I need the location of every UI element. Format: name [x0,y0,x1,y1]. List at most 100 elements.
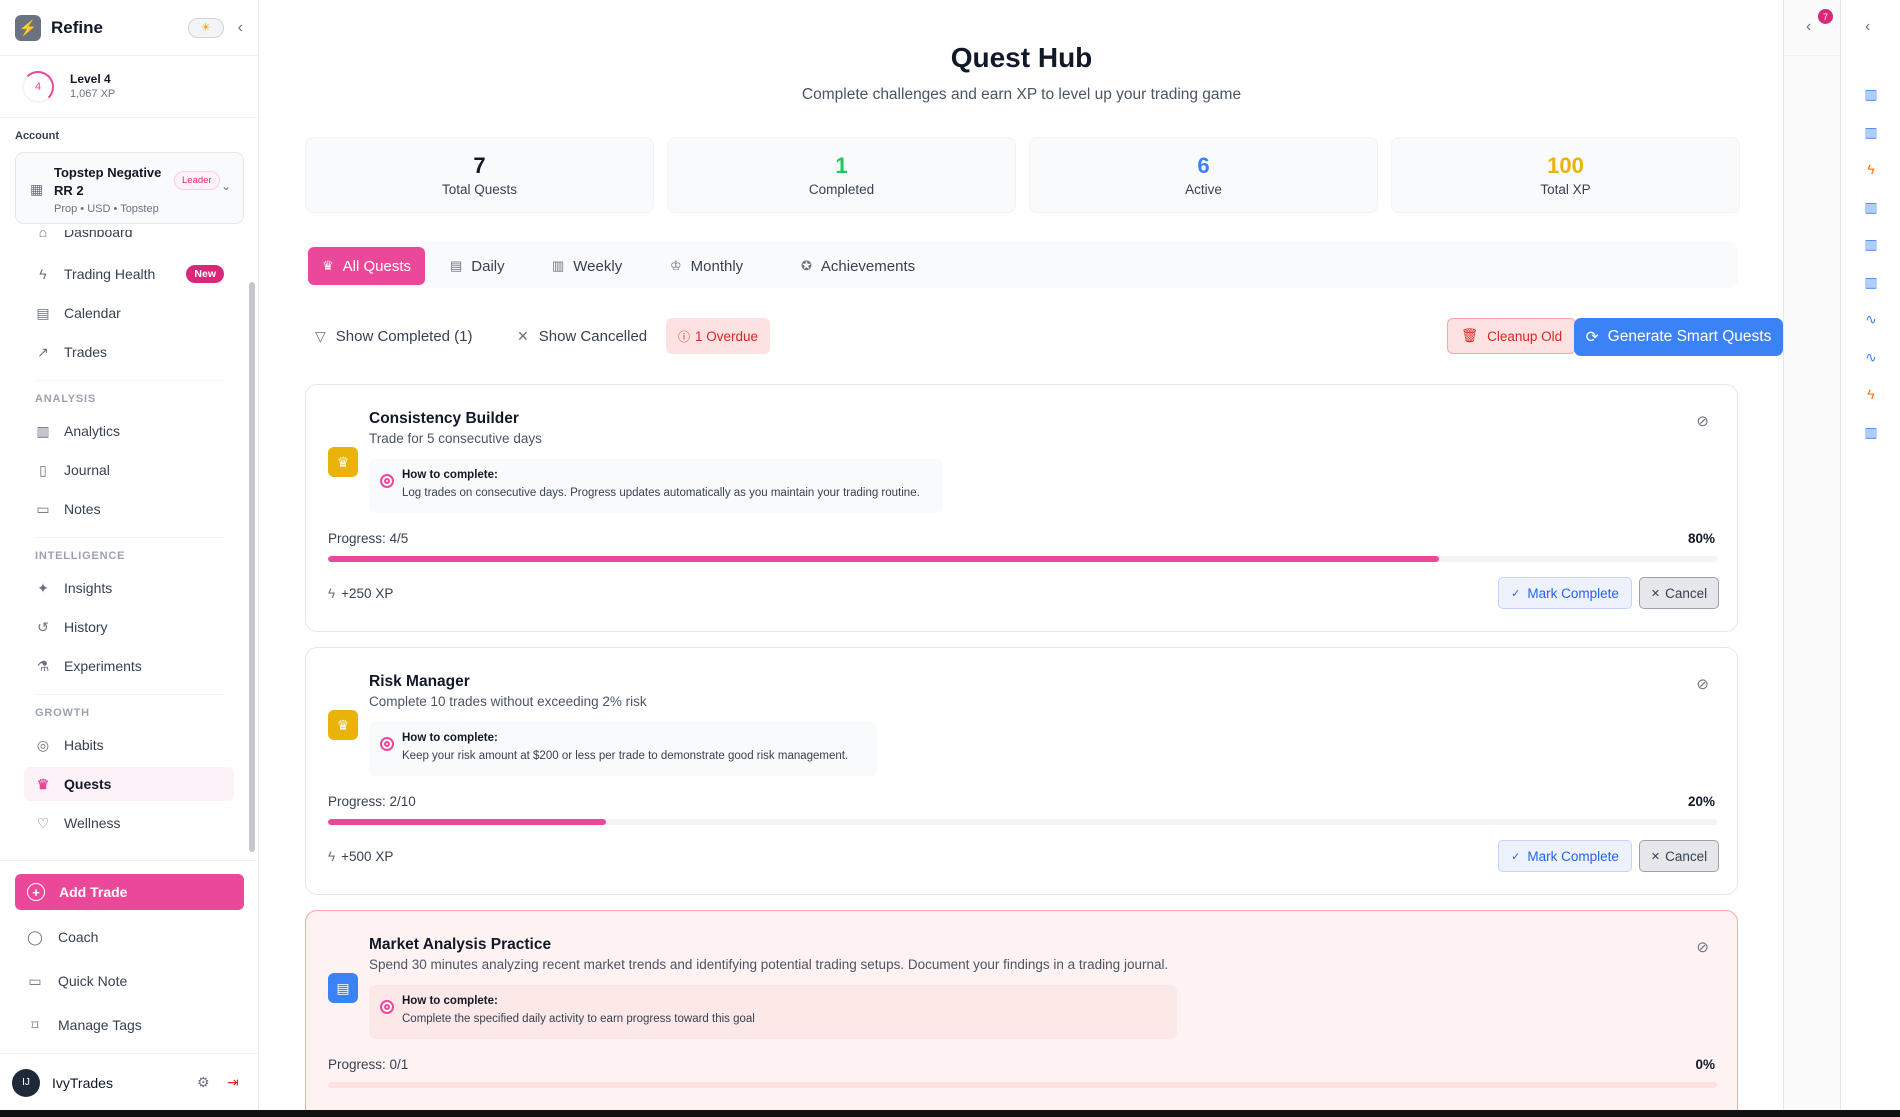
collapse-sidebar-icon[interactable]: ‹ [238,19,243,37]
level-ring: 4 [22,70,54,103]
bar-chart-icon[interactable]: ▥ [1863,199,1879,216]
sidebar-item-journal[interactable]: ▯ Journal [24,453,234,487]
sidebar-item-quests[interactable]: ♛ Quests [24,767,234,801]
sidebar-item-history[interactable]: ↺ History [24,610,234,644]
account-selector[interactable]: ▦ Topstep Negative RR 2 Leader Prop • US… [15,152,244,224]
calendar-icon: ▤ [328,973,358,1003]
sidebar-item-analytics[interactable]: ▥ Analytics [24,414,234,448]
coach-button[interactable]: ◯ Coach [15,920,244,954]
progress-percent: 0% [1695,1057,1715,1072]
trophy-icon: ♛ [328,447,358,477]
avatar[interactable]: IJ [12,1068,40,1097]
nav-divider [35,537,225,538]
add-trade-button[interactable]: + Add Trade [15,874,244,910]
sun-icon: ☀ [200,22,211,34]
overdue-badge[interactable]: ⓘ 1 Overdue [666,318,771,354]
gear-icon[interactable]: ⚙ [197,1074,210,1091]
manage-tags-button[interactable]: ⌑ Manage Tags [15,1008,244,1042]
level-label: Level 4 [70,71,111,86]
message-icon: ◯ [27,928,43,945]
sidebar-item-experiments[interactable]: ⚗ Experiments [24,649,234,683]
refresh-icon: ⟳ [1585,328,1599,346]
trending-up-icon: ↗ [37,343,49,360]
close-icon: ✕ [1650,850,1661,863]
stat-label: Active [1185,182,1222,197]
sidebar-nav: ⌂ Dashboard ϟ Trading Health New ▤ Calendar… [0,230,259,856]
progress-label: Progress: 0/1 [328,1057,409,1072]
trophy-icon: ♛ [36,775,50,792]
widgets-rail: ‹ ▥ ▥ ϟ ▥ ▥ ▥ ∿ ∿ ϟ ▥ [1840,0,1900,1110]
mark-complete-button[interactable]: ✓ Mark Complete [1498,577,1632,609]
sidebar-item-calendar[interactable]: ▤ Calendar [24,296,234,330]
show-cancelled-button[interactable]: ✕ Show Cancelled [517,318,647,354]
crown-icon: ♔ [670,258,682,273]
target-icon: ◎ [36,736,50,753]
close-icon: ✕ [1650,587,1661,600]
tab-weekly[interactable]: ▥ Weekly [538,247,636,285]
cleanup-old-button[interactable]: 🗑 Cleanup Old [1447,318,1577,354]
progress-fill [328,556,1440,562]
sidebar-item-notes[interactable]: ▭ Notes [24,492,234,526]
sidebar-bottom: + Add Trade ◯ Coach ▭ Quick Note ⌑ Manage T… [0,860,259,1110]
zap-icon[interactable]: ϟ [1863,161,1879,177]
book-icon: ▯ [39,461,47,478]
sidebar-item-habits[interactable]: ◎ Habits [24,728,234,762]
bar-chart-icon[interactable]: ▥ [1863,424,1879,441]
tab-monthly[interactable]: ♔ Monthly [656,247,757,285]
stat-label: Total Quests [441,182,518,197]
activity-icon[interactable]: ∿ [1863,311,1879,328]
quest-card: ♛ Risk Manager Complete 10 trades withou… [305,647,1738,895]
page-subtitle: Complete challenges and earn XP to level… [801,86,1242,103]
activity-icon[interactable]: ∿ [1863,349,1879,366]
theme-toggle[interactable]: ☀ [187,17,224,38]
progress-percent: 20% [1687,794,1715,809]
history-icon: ↺ [37,618,49,635]
quest-title: Consistency Builder [369,410,519,427]
sidebar-item-dashboard[interactable]: ⌂ Dashboard [24,230,234,249]
logout-icon[interactable]: ⇥ [227,1074,239,1091]
trophy-icon: ♛ [322,258,334,273]
zap-icon[interactable]: ϟ [1863,386,1879,402]
bar-chart-icon: ▥ [552,258,565,273]
close-icon: ✕ [517,327,529,344]
user-profile: IJ IvyTrades ⚙ ⇥ [0,1053,259,1110]
pin-off-icon[interactable]: ⊘ [1696,412,1709,430]
mark-complete-button[interactable]: ✓ Mark Complete [1498,840,1632,872]
sidebar-item-trading-health[interactable]: ϟ Trading Health New [24,257,234,291]
sidebar-item-insights[interactable]: ✦ Insights [24,571,234,605]
check-circle-icon: ✓ [1511,587,1521,600]
quick-note-button[interactable]: ▭ Quick Note [15,964,244,998]
chevron-left-icon[interactable]: ‹ [1865,18,1870,36]
bar-chart-icon[interactable]: ▥ [1863,86,1879,103]
generate-smart-quests-button[interactable]: ⟳ Generate Smart Quests [1574,318,1783,356]
account-label: Account [15,130,59,142]
how-to-complete: How to complete: Log trades on consecuti… [369,459,943,513]
heart-icon: ♡ [36,814,50,831]
pin-off-icon[interactable]: ⊘ [1696,938,1709,956]
leader-badge: Leader [174,171,220,190]
show-completed-button[interactable]: ▽ Show Completed (1) [315,318,473,354]
sidebar-item-wellness[interactable]: ♡ Wellness [24,806,234,840]
cancel-button[interactable]: ✕ Cancel [1639,840,1719,872]
how-to-complete: How to complete: Complete the specified … [369,985,1177,1039]
tag-icon: ⌑ [31,1016,39,1033]
sidebar-item-trades[interactable]: ↗ Trades [24,335,234,369]
pin-off-icon[interactable]: ⊘ [1696,675,1709,693]
progress-bar [328,556,1717,562]
tab-achievements[interactable]: ✪ Achievements [787,247,929,285]
chevron-left-icon[interactable]: ‹ [1806,18,1811,36]
notification-badge[interactable]: 7 [1818,9,1833,24]
bar-chart-icon[interactable]: ▥ [1863,236,1879,253]
cancel-button[interactable]: ✕ Cancel [1639,577,1719,609]
bar-chart-icon[interactable]: ▥ [1863,124,1879,141]
alert-circle-icon: ⓘ [678,329,691,344]
tab-all-quests[interactable]: ♛ All Quests [308,247,426,285]
trophy-icon: ♛ [328,710,358,740]
progress-bar [328,1082,1717,1088]
sidebar-scrollbar[interactable] [249,282,255,852]
tab-daily[interactable]: ▤ Daily [436,247,519,285]
stat-completed: 1 Completed [667,137,1016,213]
logo-icon: ⚡ [15,14,41,41]
file-icon: ▭ [28,972,42,989]
bar-chart-icon[interactable]: ▥ [1863,274,1879,291]
